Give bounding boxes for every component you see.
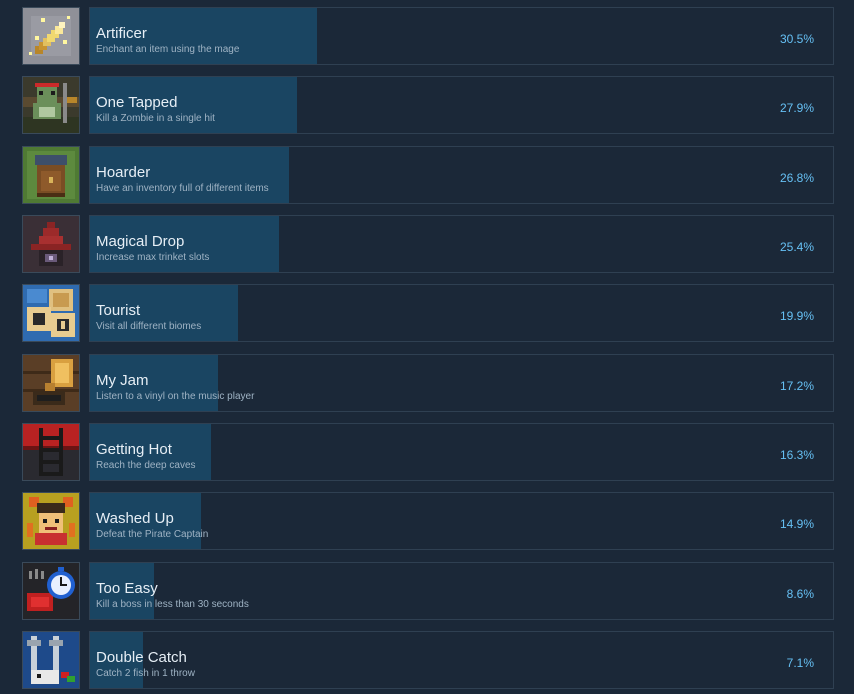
achievement-percent: 14.9% <box>779 517 814 531</box>
progress-bar: My Jam Listen to a vinyl on the music pl… <box>89 354 834 412</box>
stopwatch-icon <box>22 562 80 620</box>
achievement-name: Artificer <box>96 25 147 42</box>
progress-bar: Double Catch Catch 2 fish in 1 throw 7.1… <box>89 631 834 689</box>
fish-icon <box>22 631 80 689</box>
map-icon <box>22 284 80 342</box>
achievement-row[interactable]: Tourist Visit all different biomes 19.9% <box>22 284 834 342</box>
progress-bar: One Tapped Kill a Zombie in a single hit… <box>89 76 834 134</box>
achievement-percent: 8.6% <box>786 587 814 601</box>
achievement-description: Kill a boss in less than 30 seconds <box>96 599 249 610</box>
achievement-description: Increase max trinket slots <box>96 252 210 263</box>
achievement-percent: 16.3% <box>779 448 814 462</box>
achievement-row[interactable]: Getting Hot Reach the deep caves 16.3% <box>22 423 834 481</box>
achievement-percent: 17.2% <box>779 379 814 393</box>
achievement-name: My Jam <box>96 372 149 389</box>
achievement-percent: 19.9% <box>779 309 814 323</box>
achievement-name: Getting Hot <box>96 441 172 458</box>
backpack-icon <box>22 146 80 204</box>
zombie-icon <box>22 76 80 134</box>
achievement-row[interactable]: Hoarder Have an inventory full of differ… <box>22 146 834 204</box>
progress-bar: Tourist Visit all different biomes 19.9% <box>89 284 834 342</box>
achievement-row[interactable]: Magical Drop Increase max trinket slots … <box>22 215 834 273</box>
achievement-row[interactable]: Too Easy Kill a boss in less than 30 sec… <box>22 562 834 620</box>
sword-sparkle-icon <box>22 7 80 65</box>
progress-bar: Artificer Enchant an item using the mage… <box>89 7 834 65</box>
progress-bar: Magical Drop Increase max trinket slots … <box>89 215 834 273</box>
progress-bar: Getting Hot Reach the deep caves 16.3% <box>89 423 834 481</box>
progress-bar: Too Easy Kill a boss in less than 30 sec… <box>89 562 834 620</box>
achievement-row[interactable]: Artificer Enchant an item using the mage… <box>22 7 834 65</box>
achievement-description: Defeat the Pirate Captain <box>96 529 209 540</box>
achievement-name: One Tapped <box>96 94 178 111</box>
achievement-description: Kill a Zombie in a single hit <box>96 113 215 124</box>
progress-bar: Hoarder Have an inventory full of differ… <box>89 146 834 204</box>
ladder-icon <box>22 423 80 481</box>
achievement-row[interactable]: Double Catch Catch 2 fish in 1 throw 7.1… <box>22 631 834 689</box>
achievement-description: Enchant an item using the mage <box>96 44 240 55</box>
pirate-captain-icon <box>22 492 80 550</box>
achievement-name: Double Catch <box>96 649 187 666</box>
progress-bar: Washed Up Defeat the Pirate Captain 14.9… <box>89 492 834 550</box>
achievement-description: Have an inventory full of different item… <box>96 183 269 194</box>
achievement-percent: 27.9% <box>779 101 814 115</box>
achievement-description: Visit all different biomes <box>96 321 202 332</box>
gramophone-icon <box>22 354 80 412</box>
achievement-percent: 30.5% <box>779 32 814 46</box>
achievement-row[interactable]: Washed Up Defeat the Pirate Captain 14.9… <box>22 492 834 550</box>
achievement-row[interactable]: One Tapped Kill a Zombie in a single hit… <box>22 76 834 134</box>
achievement-name: Tourist <box>96 302 141 319</box>
achievement-name: Hoarder <box>96 164 151 181</box>
achievement-description: Listen to a vinyl on the music player <box>96 391 255 402</box>
achievement-name: Too Easy <box>96 580 158 597</box>
achievement-description: Reach the deep caves <box>96 460 196 471</box>
achievement-percent: 25.4% <box>779 240 814 254</box>
achievement-name: Magical Drop <box>96 233 185 250</box>
achievement-row[interactable]: My Jam Listen to a vinyl on the music pl… <box>22 354 834 412</box>
achievement-percent: 26.8% <box>779 171 814 185</box>
achievement-name: Washed Up <box>96 510 174 527</box>
achievement-percent: 7.1% <box>786 656 814 670</box>
wizard-hat-icon <box>22 215 80 273</box>
achievement-description: Catch 2 fish in 1 throw <box>96 668 195 679</box>
